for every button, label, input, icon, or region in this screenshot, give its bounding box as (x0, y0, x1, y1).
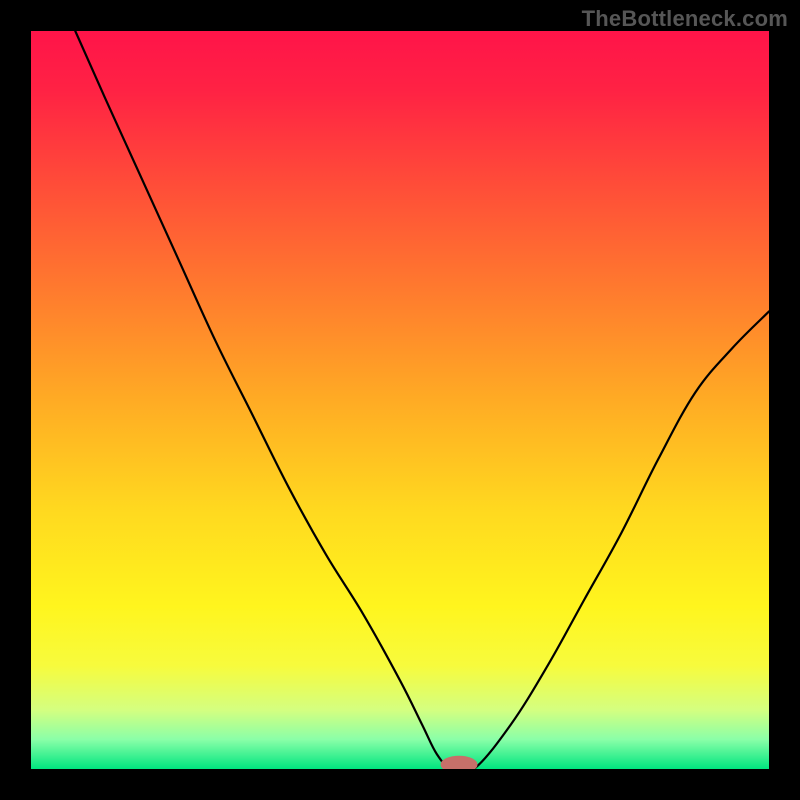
watermark-text: TheBottleneck.com (582, 6, 788, 32)
chart-frame: TheBottleneck.com (0, 0, 800, 800)
bottleneck-chart (31, 31, 769, 769)
plot-background (31, 31, 769, 769)
